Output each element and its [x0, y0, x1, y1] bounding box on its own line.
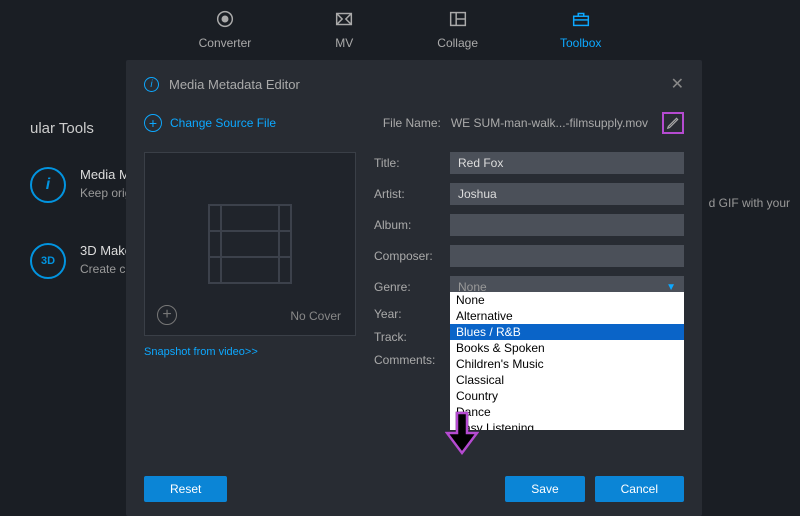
file-name-value: WE SUM-man-walk...-filmsupply.mov: [451, 116, 648, 130]
album-label: Album:: [374, 218, 440, 232]
snapshot-link[interactable]: Snapshot from video>>: [144, 346, 356, 358]
nav-label: MV: [335, 36, 353, 50]
toolbox-icon: [570, 8, 592, 30]
track-label: Track:: [374, 330, 440, 344]
mv-icon: [333, 8, 355, 30]
no-cover-label: No Cover: [290, 309, 341, 323]
genre-option[interactable]: Easy Listening: [450, 420, 684, 430]
file-name-label: File Name:: [383, 116, 441, 130]
genre-option[interactable]: None: [450, 292, 684, 308]
cover-column: + No Cover Snapshot from video>>: [144, 152, 356, 462]
modal-title: Media Metadata Editor: [169, 77, 661, 92]
add-cover-button[interactable]: +: [157, 305, 177, 325]
genre-option[interactable]: Blues / R&B: [450, 324, 684, 340]
collage-icon: [447, 8, 469, 30]
title-label: Title:: [374, 156, 440, 170]
nav-collage[interactable]: Collage: [431, 8, 484, 62]
modal-header: i Media Metadata Editor ✕: [126, 60, 702, 108]
edit-filename-button[interactable]: [662, 112, 684, 134]
3d-icon: 3D: [30, 243, 66, 279]
cancel-button[interactable]: Cancel: [595, 476, 684, 502]
metadata-editor-modal: i Media Metadata Editor ✕ + Change Sourc…: [126, 60, 702, 516]
converter-icon: [214, 8, 236, 30]
change-source-label: Change Source File: [170, 116, 276, 130]
genre-option[interactable]: Children's Music: [450, 356, 684, 372]
nav-converter[interactable]: Converter: [193, 8, 258, 62]
genre-option[interactable]: Country: [450, 388, 684, 404]
arrow-down-icon: [445, 411, 479, 455]
artist-label: Artist:: [374, 187, 440, 201]
right-snippet: d GIF with your: [709, 196, 790, 210]
year-label: Year:: [374, 307, 440, 321]
artist-input[interactable]: [450, 183, 684, 205]
modal-footer: Reset Save Cancel: [126, 462, 702, 516]
file-row: + Change Source File File Name: WE SUM-m…: [126, 108, 702, 152]
info-icon: i: [30, 167, 66, 203]
film-icon: [208, 204, 292, 284]
annotation-arrow: [445, 411, 479, 460]
close-icon[interactable]: ✕: [671, 74, 684, 94]
info-icon: i: [144, 77, 159, 92]
reset-button[interactable]: Reset: [144, 476, 227, 502]
genre-label: Genre:: [374, 280, 440, 294]
nav-toolbox[interactable]: Toolbox: [554, 8, 607, 62]
pencil-icon: [666, 116, 680, 130]
genre-option[interactable]: Alternative: [450, 308, 684, 324]
chevron-down-icon: ▼: [666, 282, 676, 293]
nav-label: Converter: [199, 36, 252, 50]
save-button[interactable]: Save: [505, 476, 584, 502]
genre-option[interactable]: Classical: [450, 372, 684, 388]
genre-dropdown[interactable]: NoneAlternativeBlues / R&BBooks & Spoken…: [450, 292, 684, 430]
composer-label: Composer:: [374, 249, 440, 263]
nav-label: Toolbox: [560, 36, 601, 50]
nav-mv[interactable]: MV: [327, 8, 361, 62]
genre-option[interactable]: Dance: [450, 404, 684, 420]
composer-input[interactable]: [450, 245, 684, 267]
title-input[interactable]: [450, 152, 684, 174]
change-source-button[interactable]: + Change Source File: [144, 114, 276, 132]
top-nav: Converter MV Collage Toolbox: [0, 0, 800, 62]
cover-preview: + No Cover: [144, 152, 356, 336]
album-input[interactable]: [450, 214, 684, 236]
comments-label: Comments:: [374, 353, 440, 367]
genre-option[interactable]: Books & Spoken: [450, 340, 684, 356]
form-column: Title: Artist: Album: Composer: Genre: N…: [374, 152, 684, 462]
plus-icon: +: [144, 114, 162, 132]
nav-label: Collage: [437, 36, 478, 50]
